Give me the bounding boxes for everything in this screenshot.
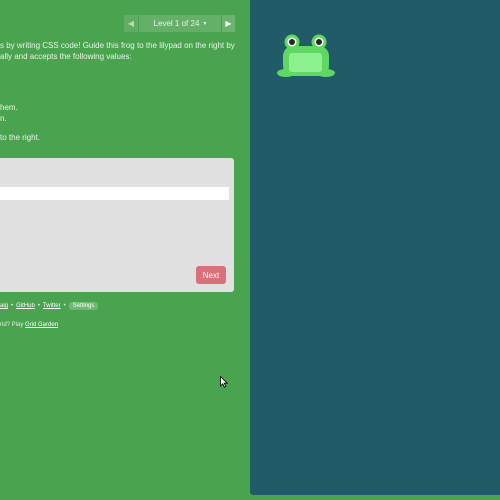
footer-links: aig • GitHub • Twitter • Settings (0, 300, 99, 312)
twitter-link[interactable]: Twitter (43, 303, 61, 309)
settings-button[interactable]: Settings (68, 302, 99, 310)
separator: • (37, 303, 40, 309)
values-list-item: n. (0, 113, 7, 123)
separator: • (63, 303, 66, 309)
next-level-button[interactable]: ▶ (222, 15, 235, 32)
instructions-line-1: s by writing CSS code! Guide this frog t… (0, 41, 235, 50)
level-indicator[interactable]: Level 1 of 24 ▾ (139, 15, 221, 32)
instructions: s by writing CSS code! Guide this frog t… (0, 41, 240, 62)
promo-text: rid? Play Grid Garden (0, 322, 58, 328)
instructions-line-2: ally and accepts the following values: (0, 51, 132, 61)
caret-down-icon: ▾ (203, 21, 207, 27)
pond (250, 0, 500, 495)
promo-label: rid? Play (0, 322, 26, 328)
next-button[interactable]: Next (196, 266, 226, 284)
code-editor: Next (0, 158, 234, 292)
github-link[interactable]: GitHub (16, 303, 35, 309)
triangle-left-icon: ◀ (127, 19, 135, 28)
separator: • (11, 303, 14, 309)
footer-link[interactable]: aig (0, 303, 8, 309)
frog-icon (277, 34, 335, 77)
grid-garden-link[interactable]: Grid Garden (25, 322, 58, 328)
task-text: to the right. (0, 133, 41, 142)
mouse-pointer-icon (220, 376, 228, 388)
css-code-input[interactable] (0, 187, 229, 200)
values-list-item: hem. (0, 103, 18, 112)
previous-level-button[interactable]: ◀ (124, 15, 138, 32)
level-navigation: ◀ Level 1 of 24 ▾ ▶ (124, 15, 235, 32)
triangle-right-icon: ▶ (225, 19, 232, 28)
values-list: hem. n. (0, 103, 18, 124)
level-indicator-label: Level 1 of 24 (153, 19, 200, 28)
